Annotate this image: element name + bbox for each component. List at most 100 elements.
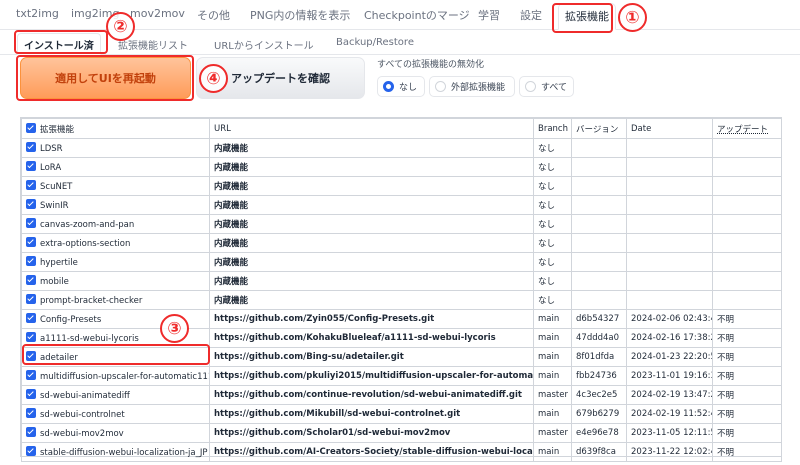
extension-name: LoRA: [40, 163, 62, 173]
header-version: バージョン: [571, 118, 627, 139]
date-cell: [626, 233, 713, 253]
tab-png-info[interactable]: PNG内の情報を表示: [250, 7, 350, 23]
tab-train[interactable]: 学習: [478, 7, 500, 23]
annotation-number-1: ①: [618, 3, 647, 32]
extension-name: sd-webui-controlnet: [40, 410, 125, 420]
tab-settings[interactable]: 設定: [520, 7, 542, 23]
date-cell: [626, 290, 713, 310]
update-cell: [712, 214, 782, 234]
update-cell: 不明: [712, 366, 782, 386]
date-cell: 2024-02-06 02:43:45: [626, 309, 713, 329]
table-row: LoRA 内蔵機能 なし: [21, 157, 782, 177]
update-cell: [712, 157, 782, 177]
extension-name: sd-webui-animatediff: [40, 391, 130, 401]
tab-backup-restore[interactable]: Backup/Restore: [336, 37, 414, 48]
table-row: sd-webui-mov2mov https://github.com/Schol…: [21, 423, 782, 443]
date-cell: 2023-11-05 12:11:59: [626, 423, 713, 443]
date-cell: [626, 138, 713, 158]
date-cell: 2024-02-19 11:52:46: [626, 404, 713, 424]
extension-enable-checkbox[interactable]: [26, 294, 36, 304]
url-cell: 内蔵機能: [209, 271, 534, 291]
header-update: アップデート: [712, 118, 782, 139]
extension-name: stable-diffusion-webui-localization-ja_J…: [40, 448, 208, 458]
branch-cell: なし: [533, 252, 572, 272]
extension-enable-checkbox[interactable]: [26, 389, 36, 399]
url-cell: 内蔵機能: [209, 290, 534, 310]
table-row: ScuNET 内蔵機能 なし: [21, 176, 782, 196]
header-date: Date: [626, 118, 713, 139]
url-cell: https://github.com/Bing-su/adetailer.git: [209, 347, 534, 367]
url-cell: 内蔵機能: [209, 138, 534, 158]
branch-cell: なし: [533, 233, 572, 253]
extension-enable-checkbox[interactable]: [26, 332, 36, 342]
update-cell: [712, 290, 782, 310]
url-cell: 内蔵機能: [209, 195, 534, 215]
date-cell: 2023-11-22 12:02:41: [626, 442, 713, 462]
extension-enable-checkbox[interactable]: [26, 370, 36, 380]
extension-name-cell: sd-webui-controlnet: [21, 404, 210, 424]
table-row: sd-webui-controlnet https://github.com/Mi…: [21, 404, 782, 424]
date-cell: 2024-01-23 22:20:55: [626, 347, 713, 367]
tab-available[interactable]: 拡張機能リスト: [118, 37, 188, 52]
extension-enable-checkbox[interactable]: [26, 218, 36, 228]
extension-enable-checkbox[interactable]: [26, 256, 36, 266]
branch-cell: master: [533, 423, 572, 443]
version-cell: [571, 214, 627, 234]
extension-enable-checkbox[interactable]: [26, 161, 36, 171]
extension-enable-checkbox[interactable]: [26, 313, 36, 323]
radio-option-extra[interactable]: 外部拡張機能: [429, 76, 515, 97]
version-cell: [571, 271, 627, 291]
extension-name: SwinIR: [40, 201, 69, 211]
table-row: prompt-bracket-checker 内蔵機能 なし: [21, 290, 782, 310]
version-cell: 8f01dfda: [571, 347, 627, 367]
extension-name-cell: sd-webui-mov2mov: [21, 423, 210, 443]
extension-enable-checkbox[interactable]: [26, 237, 36, 247]
radio-option-none[interactable]: なし: [377, 76, 425, 97]
branch-cell: main: [533, 309, 572, 329]
update-cell: [712, 233, 782, 253]
select-all-checkbox[interactable]: [26, 122, 36, 133]
update-cell: 不明: [712, 347, 782, 367]
tab-install-from-url[interactable]: URLからインストール: [214, 37, 314, 52]
version-cell: [571, 290, 627, 310]
tab-mov2mov[interactable]: mov2mov: [130, 7, 185, 20]
radio-dot: [525, 81, 536, 92]
update-cell: [712, 252, 782, 272]
radio-option-all[interactable]: すべて: [519, 76, 574, 97]
extension-enable-checkbox[interactable]: [26, 199, 36, 209]
date-cell: [626, 214, 713, 234]
tab-checkpoint-merge[interactable]: Checkpointのマージ: [364, 7, 470, 23]
disable-extensions-label: すべての拡張機能の無効化: [377, 60, 485, 70]
date-cell: [626, 176, 713, 196]
extension-enable-checkbox[interactable]: [26, 446, 36, 456]
extension-name-cell: LoRA: [21, 157, 210, 177]
extension-name-cell: multidiffusion-upscaler-for-automatic111…: [21, 366, 210, 386]
branch-cell: main: [533, 328, 572, 348]
table-row: stable-diffusion-webui-localization-ja_J…: [21, 442, 782, 462]
header-extension[interactable]: 拡張機能: [21, 118, 210, 139]
extension-enable-checkbox[interactable]: [26, 427, 36, 437]
table-row: SwinIR 内蔵機能 なし: [21, 195, 782, 215]
extension-enable-checkbox[interactable]: [26, 408, 36, 418]
table-header-row: 拡張機能 URL Branch バージョン Date アップデート: [21, 118, 782, 139]
radio-dot: [435, 81, 446, 92]
date-cell: [626, 252, 713, 272]
extension-enable-checkbox[interactable]: [26, 180, 36, 190]
extension-name-cell: sd-webui-animatediff: [21, 385, 210, 405]
extension-enable-checkbox[interactable]: [26, 275, 36, 285]
version-cell: 47ddd4a0: [571, 328, 627, 348]
tab-txt2img[interactable]: txt2img: [16, 7, 59, 20]
url-cell: https://github.com/KohakuBlueleaf/a1111-…: [209, 328, 534, 348]
extension-name-cell: LDSR: [21, 138, 210, 158]
table-row: canvas-zoom-and-pan 内蔵機能 なし: [21, 214, 782, 234]
url-cell: 内蔵機能: [209, 252, 534, 272]
update-cell: [712, 138, 782, 158]
date-cell: 2023-11-01 19:16:31: [626, 366, 713, 386]
tab-other[interactable]: その他: [197, 7, 230, 23]
version-cell: fbb24736: [571, 366, 627, 386]
table-row: LDSR 内蔵機能 なし: [21, 138, 782, 158]
extension-name: LDSR: [40, 144, 63, 154]
extension-name: sd-webui-mov2mov: [40, 429, 124, 439]
extension-name-cell: ScuNET: [21, 176, 210, 196]
extension-enable-checkbox[interactable]: [26, 142, 36, 152]
